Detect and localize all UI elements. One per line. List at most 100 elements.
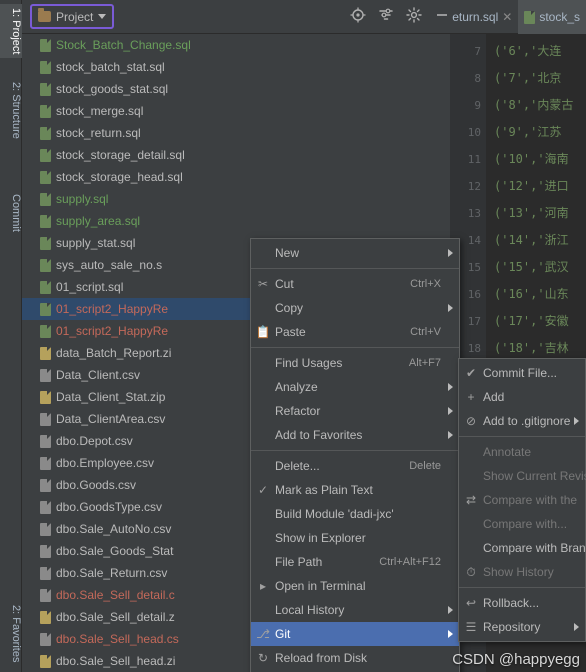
- code-line: ('12','进口: [494, 179, 569, 193]
- tree-row-label: dbo.Sale_Sell_head.cs: [56, 632, 179, 646]
- tab-stock-return-sql[interactable]: eturn.sql ✕: [446, 0, 518, 34]
- tree-row[interactable]: stock_return.sql: [22, 122, 270, 144]
- menu-item[interactable]: ✔ Commit File...: [459, 361, 585, 385]
- plus-icon: +: [467, 390, 475, 404]
- tree-row[interactable]: sys_auto_sale_no.s: [22, 254, 270, 276]
- tree-row[interactable]: 01_script2_HappyRe: [22, 320, 270, 342]
- tree-row-label: supply.sql: [56, 192, 109, 206]
- tree-row-label: dbo.Sale_Goods_Stat: [56, 544, 174, 558]
- tree-row[interactable]: dbo.Sale_AutoNo.csv: [22, 518, 270, 540]
- menu-item[interactable]: ↩ Rollback...: [459, 591, 585, 615]
- tree-row[interactable]: dbo.GoodsType.csv: [22, 496, 270, 518]
- tree-row[interactable]: stock_storage_detail.sql: [22, 144, 270, 166]
- menu-item-label: Repository: [483, 620, 541, 634]
- tree-row[interactable]: dbo.Sale_Sell_head.zi: [22, 650, 270, 672]
- menu-item[interactable]: Copy: [251, 296, 459, 320]
- sidebar-item-project[interactable]: 1: Project: [0, 4, 22, 59]
- menu-item[interactable]: 📋 Paste Ctrl+V: [251, 320, 459, 344]
- filter-icon[interactable]: [378, 7, 394, 23]
- csv-file-icon: [40, 500, 51, 514]
- tree-row[interactable]: dbo.Sale_Return.csv: [22, 562, 270, 584]
- menu-item[interactable]: Delete... Delete: [251, 454, 459, 478]
- code-line: ('16','山东: [494, 287, 569, 301]
- git-submenu[interactable]: ✔ Commit File... + Add ⊘ Add to .gitignore Ann…: [458, 358, 586, 642]
- commit-icon: ✔: [465, 366, 477, 380]
- tree-row[interactable]: Data_ClientArea.csv: [22, 408, 270, 430]
- code-line: ('8','内蒙古: [494, 98, 574, 112]
- menu-item[interactable]: Local History: [251, 598, 459, 622]
- menu-item-label: Rollback...: [483, 596, 540, 610]
- tree-row[interactable]: Data_Client.csv: [22, 364, 270, 386]
- tree-row[interactable]: dbo.Depot.csv: [22, 430, 270, 452]
- menu-item[interactable]: ▸ Open in Terminal: [251, 574, 459, 598]
- tree-row[interactable]: 01_script.sql: [22, 276, 270, 298]
- tree-row[interactable]: supply.sql: [22, 188, 270, 210]
- zip-file-icon: [40, 654, 51, 668]
- sidebar-item-structure[interactable]: 2: Structure: [0, 78, 22, 143]
- top-toolbar: Project eturn.sql ✕ stock_s: [22, 0, 586, 34]
- tree-row-label: data_Batch_Report.zi: [56, 346, 172, 360]
- tree-row[interactable]: stock_merge.sql: [22, 100, 270, 122]
- menu-item-shortcut: Ctrl+X: [410, 278, 441, 290]
- tree-row[interactable]: stock_goods_stat.sql: [22, 78, 270, 100]
- submenu-arrow-icon: [448, 431, 453, 439]
- tree-row[interactable]: Data_Client_Stat.zip: [22, 386, 270, 408]
- menu-item[interactable]: ✓ Mark as Plain Text: [251, 478, 459, 502]
- project-tree[interactable]: Stock_Batch_Change.sql stock_batch_stat.s…: [22, 34, 270, 672]
- tree-row[interactable]: dbo.Goods.csv: [22, 474, 270, 496]
- tree-row[interactable]: Stock_Batch_Change.sql: [22, 34, 270, 56]
- menu-item-label: File Path: [275, 555, 323, 569]
- menu-item[interactable]: Analyze: [251, 375, 459, 399]
- tree-row[interactable]: dbo.Sale_Sell_detail.z: [22, 606, 270, 628]
- project-view-selector[interactable]: Project: [30, 4, 115, 29]
- menu-item[interactable]: Refactor: [251, 399, 459, 423]
- menu-item[interactable]: Find Usages Alt+F7: [251, 351, 459, 375]
- tree-row-label: dbo.GoodsType.csv: [56, 500, 163, 514]
- tree-row-label: supply_stat.sql: [56, 236, 136, 250]
- tree-row[interactable]: supply_stat.sql: [22, 232, 270, 254]
- tree-row-label: dbo.Employee.csv: [56, 456, 155, 470]
- tree-row[interactable]: 01_script2_HappyRe: [22, 298, 270, 320]
- menu-item[interactable]: + Add: [459, 385, 585, 409]
- csv-file-icon: [40, 412, 51, 426]
- tree-row[interactable]: dbo.Sale_Goods_Stat: [22, 540, 270, 562]
- menu-item[interactable]: New: [251, 241, 459, 265]
- target-icon[interactable]: [350, 7, 366, 23]
- line-number: 10: [467, 126, 481, 139]
- code-line: ('10','海南: [494, 152, 569, 166]
- sidebar-item-commit[interactable]: Commit: [0, 190, 22, 236]
- menu-item[interactable]: Add to Favorites: [251, 423, 459, 447]
- menu-item[interactable]: ⎇ Git: [251, 622, 459, 646]
- tree-row-label: dbo.Sale_Return.csv: [56, 566, 168, 580]
- gear-icon[interactable]: [406, 7, 422, 23]
- tab-stock-storage-sql[interactable]: stock_s: [518, 0, 586, 34]
- zip-file-icon: [40, 610, 51, 624]
- tree-row[interactable]: stock_batch_stat.sql: [22, 56, 270, 78]
- sql-file-icon: [40, 324, 51, 338]
- context-menu[interactable]: New ✂ Cut Ctrl+X Copy 📋 Paste Ctrl+V Find Usages…: [250, 238, 460, 672]
- watermark: CSDN @happyegg: [452, 651, 580, 668]
- menu-item[interactable]: ✂ Cut Ctrl+X: [251, 272, 459, 296]
- tree-row[interactable]: dbo.Sale_Sell_detail.c: [22, 584, 270, 606]
- sql-file-icon: [40, 104, 51, 118]
- editor-tab-label: eturn.sql: [452, 10, 499, 24]
- menu-item[interactable]: Compare with Bran: [459, 536, 586, 560]
- tree-row[interactable]: dbo.Employee.csv: [22, 452, 270, 474]
- code-line: ('9','江苏: [494, 125, 562, 139]
- tree-row[interactable]: dbo.Sale_Sell_head.cs: [22, 628, 270, 650]
- menu-item[interactable]: File Path Ctrl+Alt+F12: [251, 550, 459, 574]
- tree-row-label: stock_storage_head.sql: [56, 170, 183, 184]
- sidebar-item-favorites[interactable]: 2: Favorites: [0, 601, 22, 666]
- menu-item: ⇄ Compare with the: [459, 488, 585, 512]
- menu-item[interactable]: Show in Explorer: [251, 526, 459, 550]
- menu-item[interactable]: ☰ Repository: [459, 615, 585, 639]
- tree-row[interactable]: supply_area.sql: [22, 210, 270, 232]
- tree-row-label: dbo.Goods.csv: [56, 478, 137, 492]
- menu-item[interactable]: Build Module 'dadi-jxc': [251, 502, 459, 526]
- menu-item[interactable]: ↻ Reload from Disk: [251, 646, 459, 670]
- tree-row[interactable]: data_Batch_Report.zi: [22, 342, 270, 364]
- menu-item[interactable]: ⊘ Add to .gitignore: [459, 409, 585, 433]
- tree-row[interactable]: stock_storage_head.sql: [22, 166, 270, 188]
- close-icon[interactable]: ✕: [502, 10, 512, 24]
- menu-item: Compare with...: [459, 512, 585, 536]
